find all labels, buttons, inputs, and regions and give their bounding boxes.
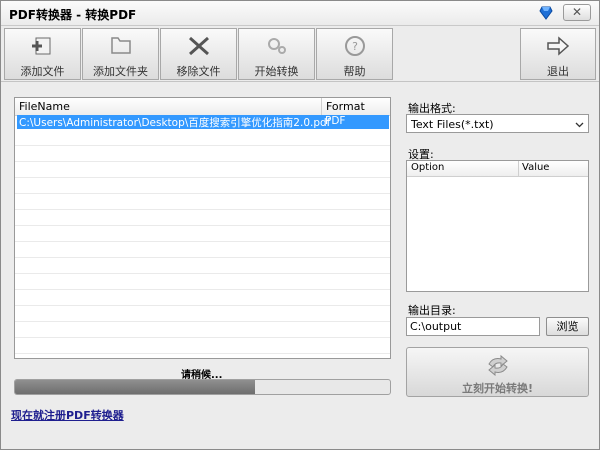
help-button[interactable]: ? 帮助 bbox=[316, 28, 393, 80]
window-title: PDF转换器 - 转换PDF bbox=[9, 8, 137, 22]
title-bar: PDF转换器 - 转换PDF ✕ bbox=[1, 1, 599, 26]
remove-file-label: 移除文件 bbox=[176, 65, 221, 78]
remove-file-icon bbox=[161, 29, 236, 59]
convert-now-label: 立刻开始转换! bbox=[461, 382, 534, 395]
add-file-label: 添加文件 bbox=[20, 65, 65, 78]
column-filename[interactable]: FileName bbox=[19, 100, 70, 113]
progress-fill bbox=[15, 380, 255, 394]
output-format-value: Text Files(*.txt) bbox=[411, 118, 494, 131]
column-option[interactable]: Option bbox=[411, 162, 444, 173]
file-list-header: FileName Format bbox=[15, 98, 390, 116]
exit-icon bbox=[521, 29, 595, 59]
output-format-select[interactable]: Text Files(*.txt) bbox=[406, 114, 589, 133]
column-format[interactable]: Format bbox=[326, 100, 365, 113]
help-icon: ? bbox=[317, 29, 392, 59]
convert-icon bbox=[485, 354, 511, 379]
column-divider[interactable] bbox=[518, 161, 519, 176]
progress-bar bbox=[14, 379, 391, 395]
remove-file-button[interactable]: 移除文件 bbox=[160, 28, 237, 80]
app-window: PDF转换器 - 转换PDF ✕ 添加文件 添加文件夹 移除文件 开始转换 ? … bbox=[0, 0, 600, 450]
column-divider[interactable] bbox=[321, 98, 322, 115]
output-dir-input[interactable] bbox=[406, 317, 540, 336]
add-file-button[interactable]: 添加文件 bbox=[4, 28, 81, 80]
convert-now-button[interactable]: 立刻开始转换! bbox=[406, 347, 589, 397]
add-folder-label: 添加文件夹 bbox=[93, 65, 148, 78]
chevron-down-icon bbox=[575, 119, 584, 132]
register-link[interactable]: 现在就注册PDF转换器 bbox=[11, 407, 124, 423]
settings-header: Option Value bbox=[407, 161, 588, 177]
table-row[interactable]: C:\Users\Administrator\Desktop\百度搜索引擎优化指… bbox=[17, 115, 389, 129]
close-button[interactable]: ✕ bbox=[563, 4, 591, 21]
add-file-icon bbox=[5, 29, 80, 59]
settings-table[interactable]: Option Value bbox=[406, 160, 589, 292]
start-convert-button[interactable]: 开始转换 bbox=[238, 28, 315, 80]
add-folder-button[interactable]: 添加文件夹 bbox=[82, 28, 159, 80]
start-convert-icon bbox=[239, 29, 314, 59]
row-format: PDF bbox=[325, 115, 346, 127]
column-value[interactable]: Value bbox=[522, 162, 549, 173]
exit-button[interactable]: 退出 bbox=[520, 28, 596, 80]
file-list[interactable]: FileName Format C:\Users\Administrator\D… bbox=[14, 97, 391, 359]
help-label: 帮助 bbox=[343, 65, 366, 78]
browse-button[interactable]: 浏览 bbox=[546, 317, 589, 336]
toolbar: 添加文件 添加文件夹 移除文件 开始转换 ? 帮助 退出 bbox=[1, 26, 599, 82]
row-filename: C:\Users\Administrator\Desktop\百度搜索引擎优化指… bbox=[19, 117, 331, 129]
app-gem-icon bbox=[539, 6, 553, 23]
add-folder-icon bbox=[83, 29, 158, 59]
svg-text:?: ? bbox=[352, 40, 358, 53]
start-convert-label: 开始转换 bbox=[254, 65, 299, 78]
output-dir-label: 输出目录: bbox=[408, 304, 456, 317]
exit-label: 退出 bbox=[547, 65, 569, 78]
